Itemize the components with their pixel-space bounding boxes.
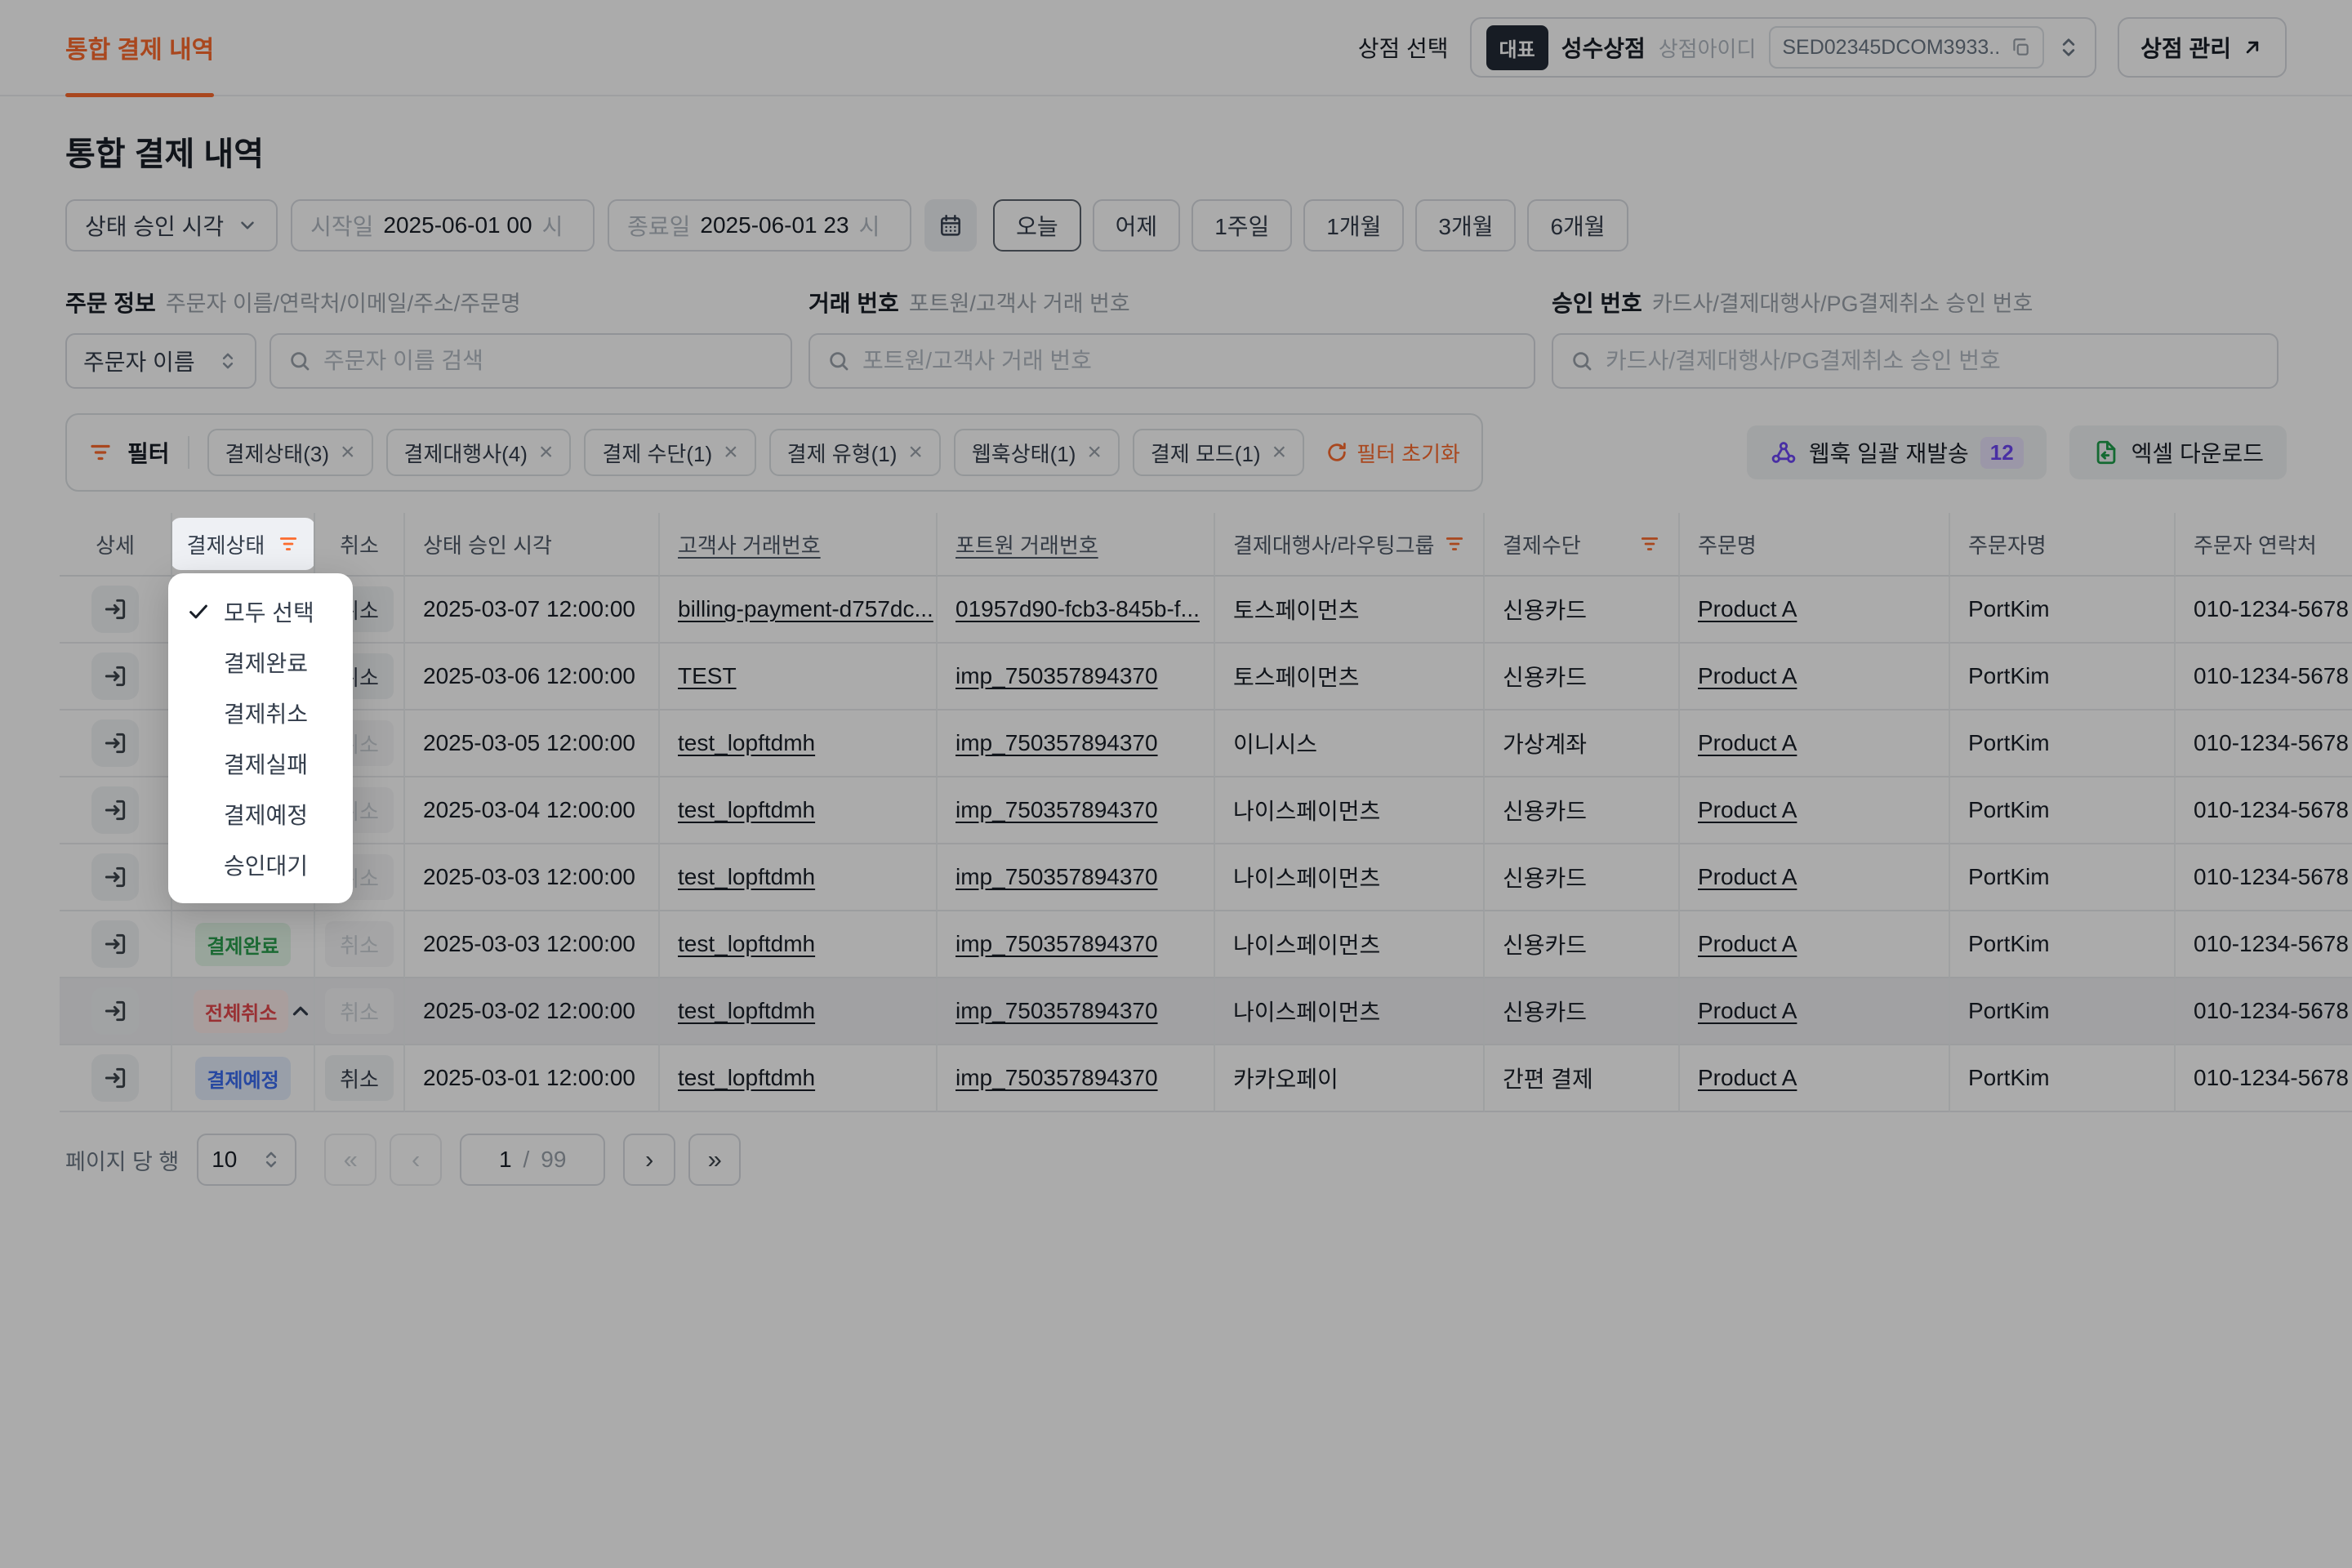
menu-item-label: 승인대기 — [224, 849, 308, 881]
status-menu-item-paid[interactable]: 결제완료 — [168, 637, 353, 688]
menu-item-label: 결제예정 — [224, 798, 308, 831]
filter-icon — [278, 533, 299, 555]
menu-item-label: 결제취소 — [224, 697, 308, 729]
status-filter-trigger[interactable]: 결제상태 — [172, 518, 315, 570]
status-menu-item-cancelled[interactable]: 결제취소 — [168, 688, 353, 738]
col-header-status[interactable]: 결제상태 — [172, 513, 315, 577]
menu-item-label: 모두 선택 — [224, 595, 314, 628]
status-menu-item-all[interactable]: 모두 선택 — [168, 586, 353, 637]
menu-item-label: 결제완료 — [224, 646, 308, 679]
status-menu-item-scheduled[interactable]: 결제예정 — [168, 789, 353, 840]
dim-overlay — [0, 0, 2352, 1568]
payment-status-filter-menu: 모두 선택결제완료결제취소결제실패결제예정승인대기 — [168, 573, 353, 903]
menu-item-label: 결제실패 — [224, 747, 308, 780]
col-header-label: 결제상태 — [187, 529, 265, 559]
status-menu-item-failed[interactable]: 결제실패 — [168, 738, 353, 789]
check-icon — [185, 599, 212, 624]
status-menu-item-pending[interactable]: 승인대기 — [168, 840, 353, 890]
